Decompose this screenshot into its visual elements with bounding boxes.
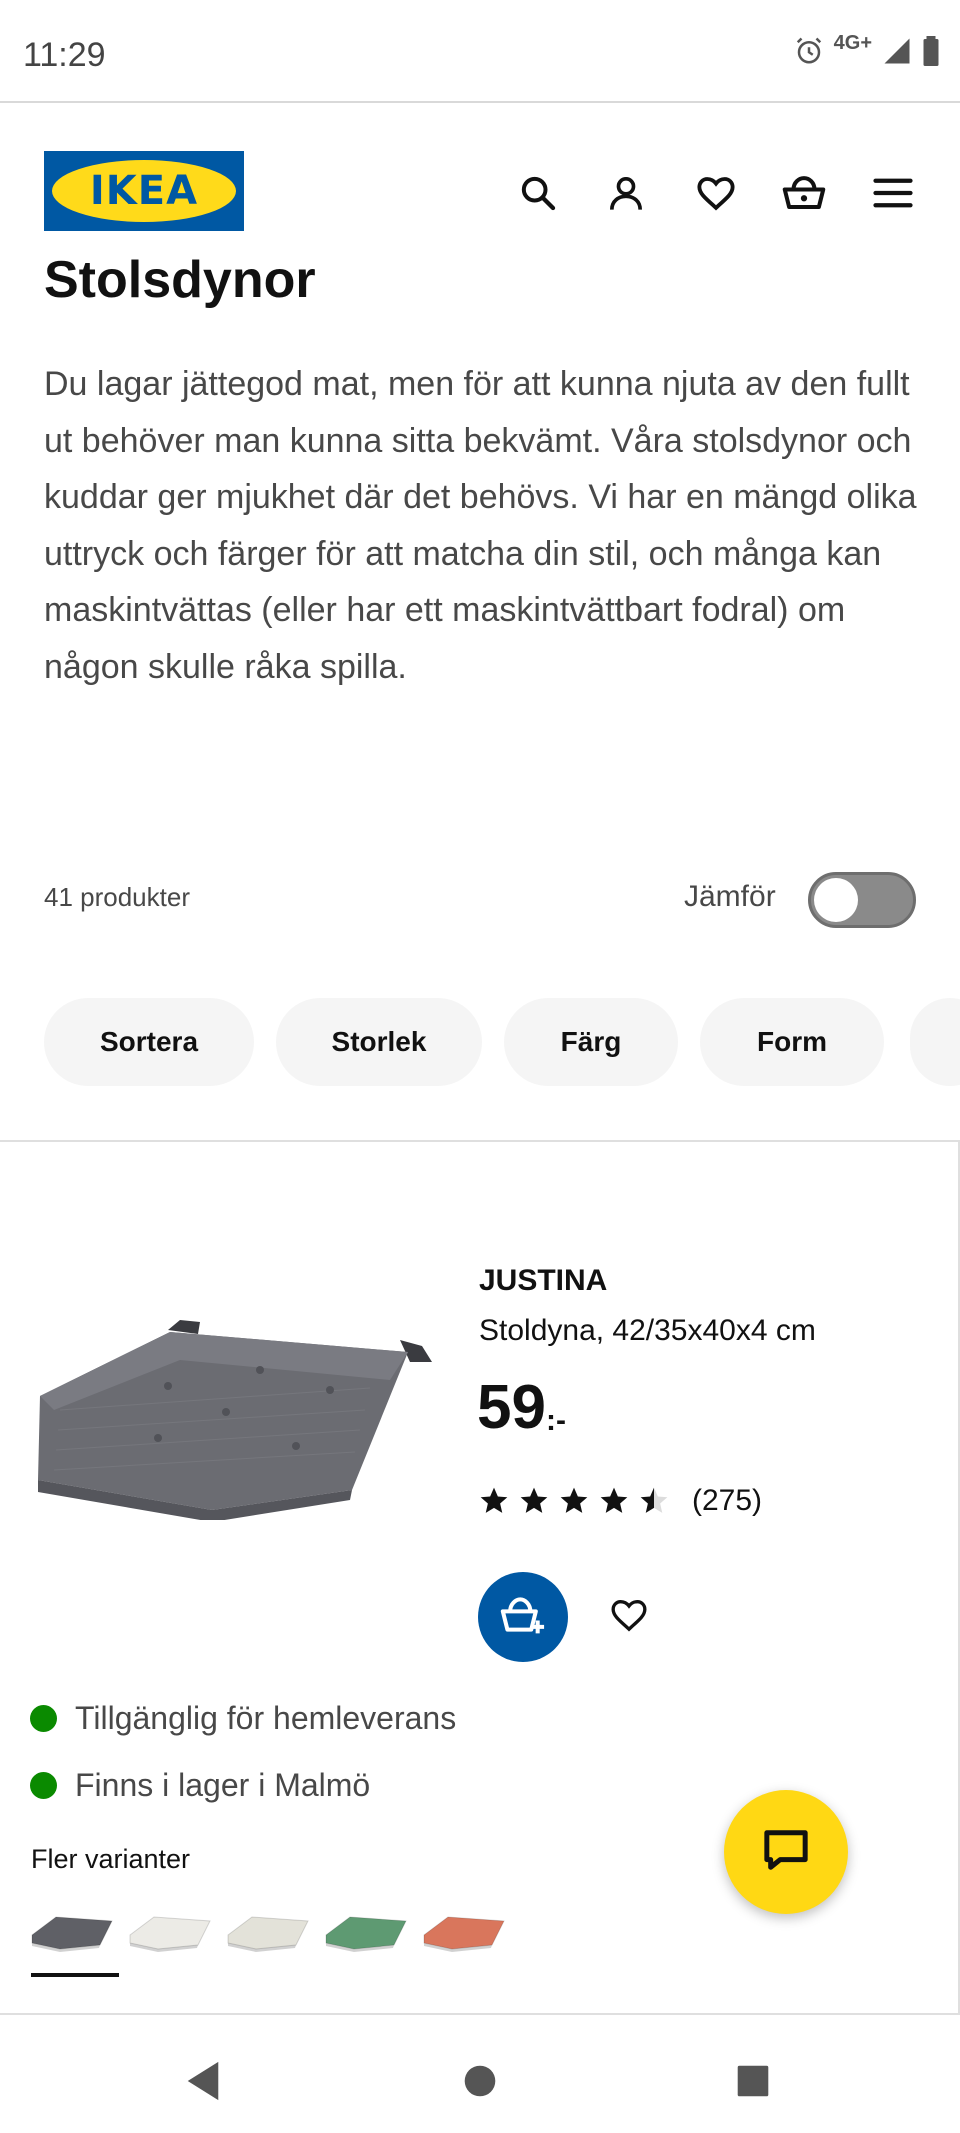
status-icons: 4G+: [794, 32, 940, 71]
variant-swatch[interactable]: [226, 1906, 310, 1956]
status-dot: [30, 1772, 57, 1799]
heart-icon: [609, 1595, 649, 1640]
add-to-cart-icon: [499, 1593, 547, 1642]
home-icon[interactable]: [455, 2056, 505, 2106]
variant-swatch[interactable]: [30, 1906, 114, 1956]
site-header: IKEA: [0, 103, 960, 273]
network-type: 4G+: [833, 32, 872, 54]
product-count: 41 produkter: [44, 882, 190, 912]
rating-count: (275): [692, 1484, 763, 1517]
rating-stars: [478, 1485, 670, 1517]
back-icon[interactable]: [178, 2056, 228, 2106]
chat-icon: [763, 1828, 809, 1877]
filter-chip-size[interactable]: Storlek: [276, 998, 482, 1086]
filter-bar: Sortera Storlek Färg Form: [44, 998, 884, 1086]
star-half-icon: [640, 1487, 668, 1513]
alarm-icon: [794, 36, 824, 71]
product-image[interactable]: [30, 1300, 440, 1525]
logo-oval: IKEA: [52, 160, 236, 222]
ikea-logo[interactable]: IKEA: [44, 151, 244, 231]
filter-chip-color[interactable]: Färg: [504, 998, 678, 1086]
logo-text: IKEA: [89, 168, 199, 214]
availability-delivery: Tillgänglig för hemleverans: [30, 1700, 456, 1737]
availability-text: Tillgänglig för hemleverans: [75, 1700, 457, 1736]
star-full-icon: [520, 1487, 548, 1513]
compare-label: Jämför: [684, 880, 776, 913]
compare-toggle[interactable]: [808, 872, 916, 928]
user-icon[interactable]: [600, 167, 652, 219]
search-icon[interactable]: [512, 167, 564, 219]
selected-variant-indicator: [31, 1973, 119, 1977]
star-full-icon: [600, 1487, 628, 1513]
variant-swatches: [30, 1906, 506, 1956]
filter-chip-more[interactable]: [910, 998, 960, 1086]
status-time: 11:29: [23, 36, 106, 74]
status-bar: 11:29 4G+: [0, 0, 960, 103]
star-full-icon: [480, 1487, 508, 1513]
filter-chip-sort[interactable]: Sortera: [44, 998, 254, 1086]
product-name[interactable]: JUSTINA: [479, 1264, 607, 1298]
price-suffix: :-: [545, 1404, 566, 1437]
recents-icon[interactable]: [728, 2056, 778, 2106]
add-to-cart-button[interactable]: [478, 1572, 568, 1662]
chat-button[interactable]: [724, 1790, 848, 1914]
star-full-icon: [560, 1487, 588, 1513]
page-title: Stolsdynor: [44, 251, 316, 309]
toggle-knob: [814, 878, 858, 922]
product-description: Stoldyna, 42/35x40x4 cm: [479, 1314, 816, 1347]
menu-icon[interactable]: [867, 167, 919, 219]
category-intro: Du lagar jättegod mat, men för att kunna…: [44, 365, 917, 686]
availability-store: Finns i lager i Malmö: [30, 1767, 370, 1804]
price-integer: 59: [477, 1373, 546, 1442]
availability-text: Finns i lager i Malmö: [75, 1767, 371, 1803]
battery-icon: [922, 36, 940, 71]
favourite-button[interactable]: [604, 1592, 654, 1642]
variant-swatch[interactable]: [422, 1906, 506, 1956]
variants-label: Fler varianter: [31, 1844, 191, 1874]
android-nav-bar: [0, 2030, 960, 2133]
product-price: 59 :-: [477, 1368, 566, 1448]
product-rating[interactable]: (275): [478, 1484, 762, 1518]
heart-icon[interactable]: [690, 167, 742, 219]
basket-icon[interactable]: [778, 167, 830, 219]
signal-icon: [882, 36, 912, 71]
status-dot: [30, 1705, 57, 1732]
variant-swatch[interactable]: [324, 1906, 408, 1956]
variant-swatch[interactable]: [128, 1906, 212, 1956]
filter-chip-shape[interactable]: Form: [700, 998, 884, 1086]
